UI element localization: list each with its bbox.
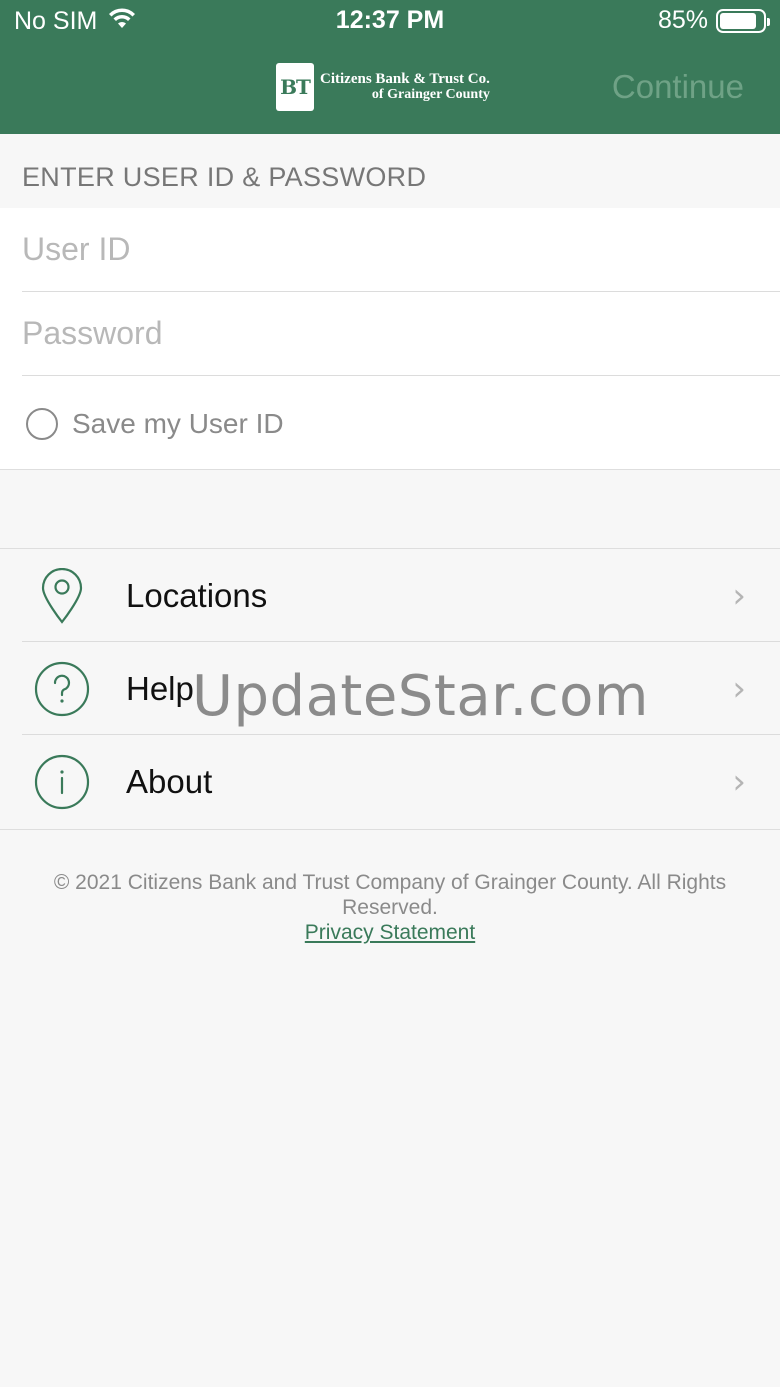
logo-line1: Citizens Bank & Trust Co.	[320, 71, 490, 87]
save-user-id-toggle[interactable]: Save my User ID	[26, 404, 284, 444]
copyright-text: © 2021 Citizens Bank and Trust Company o…	[53, 871, 727, 919]
battery-tip	[767, 17, 770, 26]
chevron-right-icon: ›	[732, 575, 746, 616]
user-id-input[interactable]	[22, 208, 780, 291]
menu-item-about[interactable]: About ›	[0, 735, 780, 828]
battery-percent: 85%	[657, 6, 708, 34]
menu-item-locations[interactable]: Locations ›	[0, 549, 780, 642]
app-header: No SIM 12:37 PM 85% BT Citizens Bank & T…	[0, 0, 780, 134]
user-id-field-row	[22, 208, 780, 292]
menu-label-about: About	[126, 762, 213, 800]
chevron-right-icon: ›	[732, 668, 746, 709]
status-bar: No SIM 12:37 PM 85%	[0, 0, 780, 44]
info-circle-icon	[34, 754, 90, 810]
battery-fill	[720, 12, 756, 29]
logo-text: Citizens Bank & Trust Co. of Grainger Co…	[320, 71, 490, 103]
password-field-row	[22, 292, 780, 376]
battery-icon	[716, 8, 770, 33]
menu-label-help: Help	[126, 669, 194, 707]
login-form: Save my User ID	[0, 208, 780, 470]
menu-label-locations: Locations	[126, 576, 268, 614]
logo-line2: of Grainger County	[371, 87, 490, 102]
status-right: 85%	[657, 6, 770, 35]
footer: © 2021 Citizens Bank and Trust Company o…	[20, 870, 760, 945]
continue-button[interactable]: Continue	[612, 68, 744, 106]
chevron-right-icon: ›	[732, 761, 746, 802]
privacy-statement-link[interactable]: Privacy Statement	[305, 921, 475, 944]
save-user-id-radio[interactable]	[26, 408, 58, 440]
save-user-id-label: Save my User ID	[72, 408, 284, 439]
question-circle-icon	[34, 661, 90, 717]
location-pin-icon	[34, 567, 90, 624]
logo-mark: BT	[276, 63, 314, 111]
bank-logo: BT Citizens Bank & Trust Co. of Grainger…	[276, 62, 490, 112]
login-section-label: ENTER USER ID & PASSWORD	[22, 162, 427, 192]
password-input[interactable]	[22, 292, 780, 375]
watermark: UpdateStar.com	[192, 664, 649, 729]
